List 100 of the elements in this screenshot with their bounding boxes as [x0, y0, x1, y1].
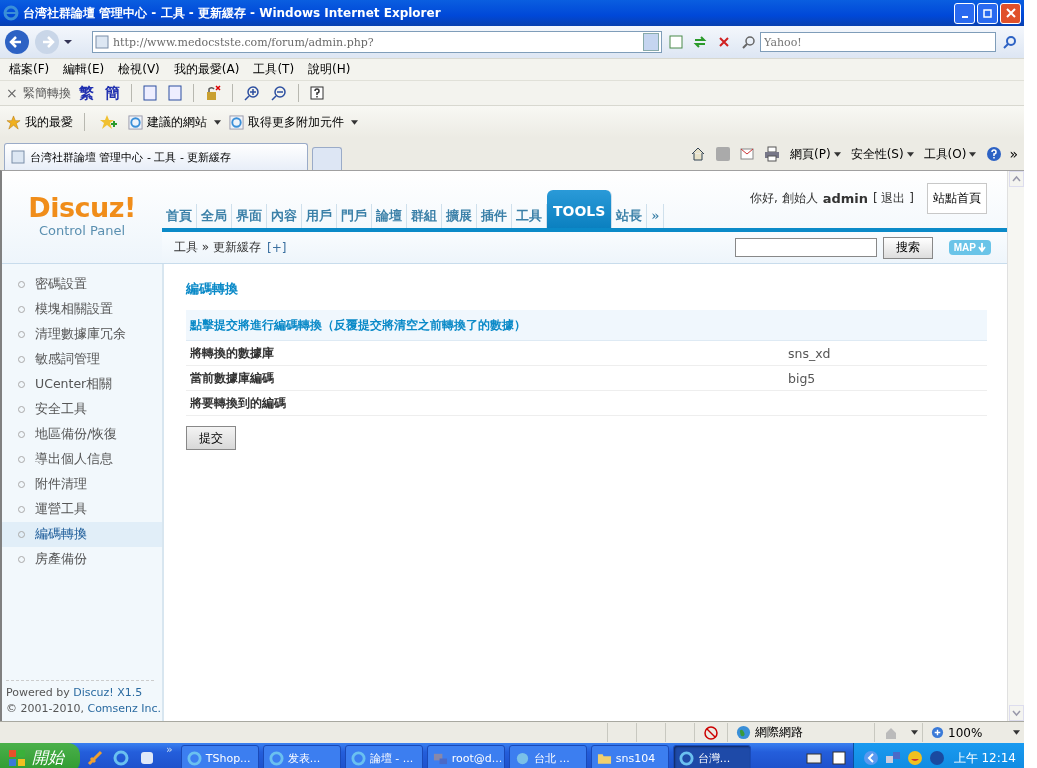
quick-launch-more[interactable]: »	[166, 743, 173, 756]
minimize-button[interactable]	[954, 2, 975, 24]
browser-icon	[186, 750, 202, 766]
maximize-icon	[982, 8, 993, 18]
taskbar-button[interactable]: root@d...	[426, 745, 505, 768]
command-menu[interactable]: 工具(O)	[920, 145, 980, 163]
greeting-text: 你好, 創始人	[750, 190, 818, 207]
nav-tab[interactable]: 站長	[612, 204, 648, 228]
nav-tab[interactable]: »	[647, 204, 665, 228]
address-field[interactable]: http://www.medocstste.com/forum/admin.php?	[92, 31, 662, 53]
browser-page-icon	[229, 114, 244, 130]
compatibility-icon[interactable]	[666, 32, 686, 52]
nav-tab[interactable]: 用戶	[302, 204, 337, 228]
logout-link[interactable]: [ 退出 ]	[873, 190, 914, 207]
browser-tab[interactable]: 台湾社群論壇 管理中心 - 工具 - 更新緩存	[4, 143, 308, 170]
favorites-link[interactable]: 取得更多附加元件	[229, 113, 358, 131]
maximize-button[interactable]	[977, 2, 998, 24]
sidebar-item[interactable]: 附件清理	[2, 472, 162, 497]
powered-by-text: Powered by Discuz! X1.5	[6, 685, 144, 701]
search-field[interactable]: Yahoo!	[760, 32, 996, 52]
minimize-icon	[961, 16, 968, 18]
vertical-scrollbar[interactable]	[1007, 171, 1024, 721]
folder-icon	[596, 751, 612, 765]
section-title: 編碼轉換	[186, 280, 239, 298]
taskbar-button[interactable]: 論壇 - ...	[344, 745, 423, 768]
field-label: 將轉換的數據庫	[190, 344, 275, 362]
nav-tab[interactable]: 界面	[232, 204, 267, 228]
taskbar-button[interactable]: sns104	[590, 745, 669, 768]
logo-subtitle: Control Panel	[38, 223, 126, 238]
security-zone: 網際網路	[727, 723, 874, 742]
company-link[interactable]: Comsenz Inc.	[87, 702, 162, 715]
username: admin	[822, 191, 868, 206]
menu-item[interactable]: 編輯(E)	[58, 60, 110, 79]
close-toolbar-button[interactable]: ×	[6, 85, 18, 101]
taskbar-button[interactable]: TShop...	[180, 745, 259, 768]
caret-icon[interactable]	[911, 730, 918, 735]
sidebar-item[interactable]: 導出個人信息	[2, 447, 162, 472]
menu-item[interactable]: 說明(H)	[303, 60, 356, 79]
search-icon	[742, 35, 756, 49]
browser-page-icon	[128, 114, 143, 130]
taskbar-button[interactable]: 台灣...	[672, 745, 751, 768]
field-label: 當前數據庫編碼	[190, 369, 275, 387]
scroll-down-icon[interactable]	[1008, 705, 1024, 721]
taskbar-button[interactable]: 发表...	[262, 745, 341, 768]
nav-tab[interactable]: 擴展	[442, 204, 477, 228]
toolbar-button[interactable]: 簡	[101, 83, 123, 103]
menu-item[interactable]: 工具(T)	[248, 60, 300, 79]
caret-icon[interactable]	[1013, 730, 1020, 735]
sidebar-item[interactable]: 模塊相關設置	[2, 297, 162, 322]
command-menu[interactable]: 安全性(S)	[847, 145, 917, 163]
menu-item[interactable]: 檢視(V)	[113, 60, 165, 79]
overflow-button[interactable]: »	[1009, 146, 1018, 162]
flag-icon	[8, 749, 26, 767]
caret-icon	[969, 151, 977, 157]
site-home-button[interactable]: 站點首頁	[927, 183, 987, 214]
close-button[interactable]	[1000, 2, 1021, 24]
scroll-up-icon[interactable]	[1008, 171, 1024, 187]
favorites-button[interactable]: 我的最愛	[6, 113, 73, 131]
search-button[interactable]: 搜索	[882, 236, 933, 259]
nav-tab[interactable]: TOOLS	[547, 190, 613, 228]
add-shortcut-link[interactable]: [+]	[267, 240, 287, 255]
toolbar-button[interactable]: 繁	[75, 83, 97, 103]
sidebar-item[interactable]: 編碼轉換	[2, 522, 162, 547]
nav-tab[interactable]: 全局	[197, 204, 232, 228]
nav-tab[interactable]: 群組	[407, 204, 442, 228]
nav-tab[interactable]: 插件	[477, 204, 512, 228]
window-title: 台湾社群論壇 管理中心 - 工具 - 更新緩存 - Windows Internet Explorer	[23, 4, 442, 22]
menu-item[interactable]: 我的最愛(A)	[168, 60, 245, 79]
sidebar-item[interactable]: 敏感詞管理	[2, 347, 162, 372]
caret-icon	[351, 119, 358, 125]
sidebar-item[interactable]: 安全工具	[2, 397, 162, 422]
submit-button[interactable]: 提交	[186, 426, 236, 450]
toolbar-label: 緊簡轉換	[22, 84, 71, 102]
product-link[interactable]: Discuz! X1.5	[73, 686, 143, 699]
sidebar-item[interactable]: 地區備份/恢復	[2, 422, 162, 447]
browser-logo-icon	[3, 5, 19, 21]
command-menu[interactable]: 網頁(P)	[787, 145, 844, 163]
taskbar-button[interactable]: 台北 ...	[508, 745, 587, 768]
sidebar-item[interactable]: 清理數據庫冗余	[2, 322, 162, 347]
search-field[interactable]	[734, 238, 877, 257]
zoom-icon	[931, 726, 944, 739]
nav-tab[interactable]: 論壇	[372, 204, 407, 228]
nav-tab[interactable]: 首頁	[162, 204, 197, 228]
field-label: 將要轉換到的編碼	[190, 394, 287, 412]
arrow-down-icon	[978, 242, 986, 253]
sidebar-item[interactable]: 房產備份	[2, 547, 162, 572]
page-icon	[95, 35, 109, 49]
back-button[interactable]	[4, 29, 30, 55]
field-value: sns_xd	[788, 345, 831, 361]
new-tab-button[interactable]	[312, 147, 342, 170]
sidebar-item[interactable]: 密碼設置	[2, 272, 162, 297]
table-header: 點擊提交將進行編碼轉換（反覆提交將清空之前轉換了的數據）	[186, 310, 987, 341]
sidebar-item[interactable]: UCenter相關	[2, 372, 162, 397]
favorites-link[interactable]: 建議的網站	[128, 113, 221, 131]
sidebar-item[interactable]: 運營工具	[2, 497, 162, 522]
nav-tab[interactable]: 門戶	[337, 204, 372, 228]
mail-icon[interactable]	[737, 145, 757, 163]
nav-tab[interactable]: 內容	[267, 204, 302, 228]
menu-item[interactable]: 檔案(F)	[4, 60, 55, 79]
zoom-level[interactable]: 100%	[922, 723, 1009, 742]
